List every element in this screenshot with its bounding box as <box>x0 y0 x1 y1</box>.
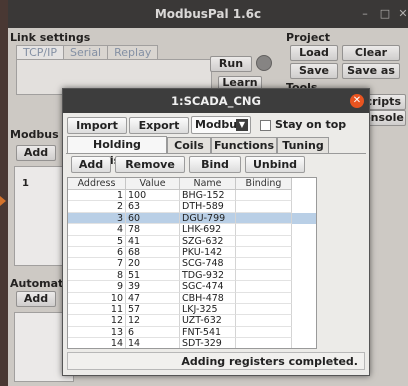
cell-binding[interactable] <box>236 315 292 327</box>
cell-binding[interactable] <box>236 201 292 213</box>
table-row[interactable]: 12 12 UZT-632 <box>68 315 316 327</box>
cell-address[interactable]: 13 <box>68 326 126 339</box>
table-row[interactable]: 10 47 CBH-478 <box>68 292 316 304</box>
cell-value[interactable]: 12 <box>126 315 180 327</box>
cell-name[interactable]: LKJ-325 <box>180 304 236 316</box>
table-row[interactable]: 5 41 SZG-632 <box>68 235 316 247</box>
cell-value[interactable]: 51 <box>126 269 180 282</box>
cell-address[interactable]: 7 <box>68 258 126 270</box>
cell-value[interactable]: 57 <box>126 304 180 316</box>
cell-name[interactable]: UZT-632 <box>180 315 236 327</box>
remove-register-button[interactable]: Remove <box>115 156 185 173</box>
cell-value[interactable]: 20 <box>126 258 180 270</box>
cell-value[interactable]: 60 <box>126 212 180 225</box>
table-row[interactable]: 8 51 TDG-932 <box>68 269 316 282</box>
cell-name[interactable]: DGU-799 <box>180 212 236 225</box>
cell-address[interactable]: 3 <box>68 212 126 225</box>
cell-address[interactable]: 14 <box>68 338 126 348</box>
cell-address[interactable]: 11 <box>68 304 126 316</box>
column-header-binding[interactable]: Binding <box>236 178 292 190</box>
cell-address[interactable]: 9 <box>68 281 126 293</box>
chevron-down-icon: ▼ <box>236 119 248 131</box>
table-row[interactable]: 1 100 BHG-152 <box>68 190 316 202</box>
cell-value[interactable]: 78 <box>126 224 180 236</box>
cell-name[interactable]: SCG-748 <box>180 258 236 270</box>
registers-table: Address Value Name Binding 1 100 BHG-152 2 6… <box>67 177 317 349</box>
cell-binding[interactable] <box>236 326 292 339</box>
column-header-address[interactable]: Address <box>68 178 126 190</box>
cell-binding[interactable] <box>236 212 292 225</box>
unbind-button[interactable]: Unbind <box>245 156 305 173</box>
table-row[interactable]: 13 6 FNT-541 <box>68 326 316 339</box>
cell-binding[interactable] <box>236 235 292 247</box>
tab-holding-registers[interactable]: Holding registers <box>67 136 167 167</box>
cell-binding[interactable] <box>236 269 292 282</box>
column-header-name[interactable]: Name <box>180 178 236 190</box>
cell-name[interactable]: SDT-329 <box>180 338 236 348</box>
cell-binding[interactable] <box>236 224 292 236</box>
table-row[interactable]: 6 68 PKU-142 <box>68 247 316 259</box>
cell-value[interactable]: 39 <box>126 281 180 293</box>
cell-value[interactable]: 68 <box>126 247 180 259</box>
cell-name[interactable]: SZG-632 <box>180 235 236 247</box>
stay-on-top-checkbox[interactable] <box>260 120 271 131</box>
cell-value[interactable]: 41 <box>126 235 180 247</box>
status-bar: Adding registers completed. <box>67 352 365 370</box>
cell-binding[interactable] <box>236 281 292 293</box>
cell-name[interactable]: BHG-152 <box>180 190 236 202</box>
cell-address[interactable]: 12 <box>68 315 126 327</box>
cell-value[interactable]: 14 <box>126 338 180 348</box>
table-row[interactable]: 4 78 LHK-692 <box>68 224 316 236</box>
cell-address[interactable]: 1 <box>68 190 126 202</box>
cell-name[interactable]: LHK-692 <box>180 224 236 236</box>
table-row[interactable]: 14 14 SDT-329 <box>68 338 316 348</box>
mode-select[interactable]: Modbus ▼ <box>191 116 251 134</box>
cell-binding[interactable] <box>236 258 292 270</box>
registers-dialog: 1:SCADA_CNG ✕ Import Export Modbus ▼ Sta… <box>62 88 370 376</box>
cell-name[interactable]: PKU-142 <box>180 247 236 259</box>
cell-binding[interactable] <box>236 292 292 304</box>
bind-button[interactable]: Bind <box>189 156 241 173</box>
column-header-value[interactable]: Value <box>126 178 180 190</box>
cell-value[interactable]: 100 <box>126 190 180 202</box>
cell-address[interactable]: 4 <box>68 224 126 236</box>
table-row[interactable]: 7 20 SCG-748 <box>68 258 316 270</box>
dialog-close-icon[interactable]: ✕ <box>350 94 364 108</box>
cell-address[interactable]: 10 <box>68 292 126 304</box>
cell-address[interactable]: 2 <box>68 201 126 213</box>
cell-address[interactable]: 6 <box>68 247 126 259</box>
table-row[interactable]: 11 57 LKJ-325 <box>68 304 316 316</box>
cell-address[interactable]: 5 <box>68 235 126 247</box>
cell-address[interactable]: 8 <box>68 269 126 282</box>
tab-tuning[interactable]: Tuning <box>277 137 329 153</box>
import-button[interactable]: Import <box>67 117 127 134</box>
add-register-button[interactable]: Add <box>71 156 111 173</box>
cell-name[interactable]: TDG-932 <box>180 269 236 282</box>
cell-binding[interactable] <box>236 190 292 202</box>
cell-value[interactable]: 6 <box>126 326 180 339</box>
cell-binding[interactable] <box>236 247 292 259</box>
cell-name[interactable]: CBH-478 <box>180 292 236 304</box>
cell-name[interactable]: DTH-589 <box>180 201 236 213</box>
cell-value[interactable]: 47 <box>126 292 180 304</box>
cell-name[interactable]: FNT-541 <box>180 326 236 339</box>
dialog-title: 1:SCADA_CNG <box>63 89 369 113</box>
tab-coils[interactable]: Coils <box>167 137 211 153</box>
export-button[interactable]: Export <box>129 117 189 134</box>
table-row[interactable]: 3 60 DGU-799 <box>68 212 316 225</box>
cell-value[interactable]: 63 <box>126 201 180 213</box>
cell-binding[interactable] <box>236 338 292 348</box>
cell-name[interactable]: SGC-474 <box>180 281 236 293</box>
table-row[interactable]: 2 63 DTH-589 <box>68 201 316 213</box>
stay-on-top-label: Stay on top <box>275 118 347 131</box>
table-row[interactable]: 9 39 SGC-474 <box>68 281 316 293</box>
cell-binding[interactable] <box>236 304 292 316</box>
tab-functions[interactable]: Functions <box>211 137 277 153</box>
